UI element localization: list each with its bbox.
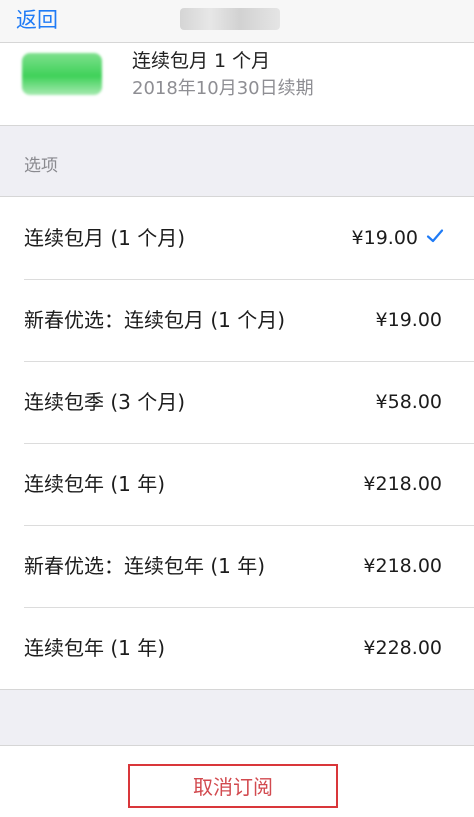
app-icon bbox=[22, 53, 102, 95]
options-section-label: 选项 bbox=[24, 156, 58, 176]
subscription-summary: 连续包月 1 个月 2018年10月30日续期 bbox=[0, 42, 474, 126]
cancel-subscription-label: 取消订阅 bbox=[193, 775, 273, 799]
option-row[interactable]: 连续包年 (1 年) ¥218.00 bbox=[0, 443, 474, 525]
option-name: 连续包年 (1 年) bbox=[24, 636, 166, 660]
option-row[interactable]: 连续包年 (1 年) ¥228.00 bbox=[0, 607, 474, 689]
option-price: ¥58.00 bbox=[375, 391, 442, 413]
nav-title-redacted bbox=[180, 8, 280, 30]
bottom-action-bar: 取消订阅 bbox=[0, 745, 474, 817]
back-button[interactable]: 返回 bbox=[16, 6, 58, 34]
option-price: ¥19.00 bbox=[351, 227, 418, 249]
renewal-date: 2018年10月30日续期 bbox=[132, 78, 314, 99]
option-price: ¥218.00 bbox=[363, 473, 442, 495]
option-row[interactable]: 新春优选：连续包月 (1 个月) ¥19.00 bbox=[0, 279, 474, 361]
option-name: 连续包年 (1 年) bbox=[24, 472, 166, 496]
option-name: 连续包季 (3 个月) bbox=[24, 390, 186, 414]
option-price: ¥228.00 bbox=[363, 637, 442, 659]
option-row[interactable]: 连续包月 (1 个月) ¥19.00 bbox=[0, 197, 474, 279]
option-name: 连续包月 (1 个月) bbox=[24, 226, 186, 250]
cancel-subscription-button[interactable]: 取消订阅 bbox=[128, 764, 338, 808]
checkmark-icon bbox=[426, 229, 444, 243]
current-plan-name: 连续包月 1 个月 bbox=[132, 50, 271, 72]
option-price: ¥218.00 bbox=[363, 555, 442, 577]
option-price: ¥19.00 bbox=[375, 309, 442, 331]
option-row[interactable]: 新春优选：连续包年 (1 年) ¥218.00 bbox=[0, 525, 474, 607]
option-row[interactable]: 连续包季 (3 个月) ¥58.00 bbox=[0, 361, 474, 443]
option-name: 新春优选：连续包年 (1 年) bbox=[24, 554, 266, 578]
subscription-page: 返回 连续包月 1 个月 2018年10月30日续期 选项 连续包月 (1 个月… bbox=[0, 0, 474, 817]
option-name: 新春优选：连续包月 (1 个月) bbox=[24, 308, 286, 332]
options-list: 连续包月 (1 个月) ¥19.00 新春优选：连续包月 (1 个月) ¥19.… bbox=[0, 196, 474, 690]
navigation-bar: 返回 bbox=[0, 0, 474, 42]
